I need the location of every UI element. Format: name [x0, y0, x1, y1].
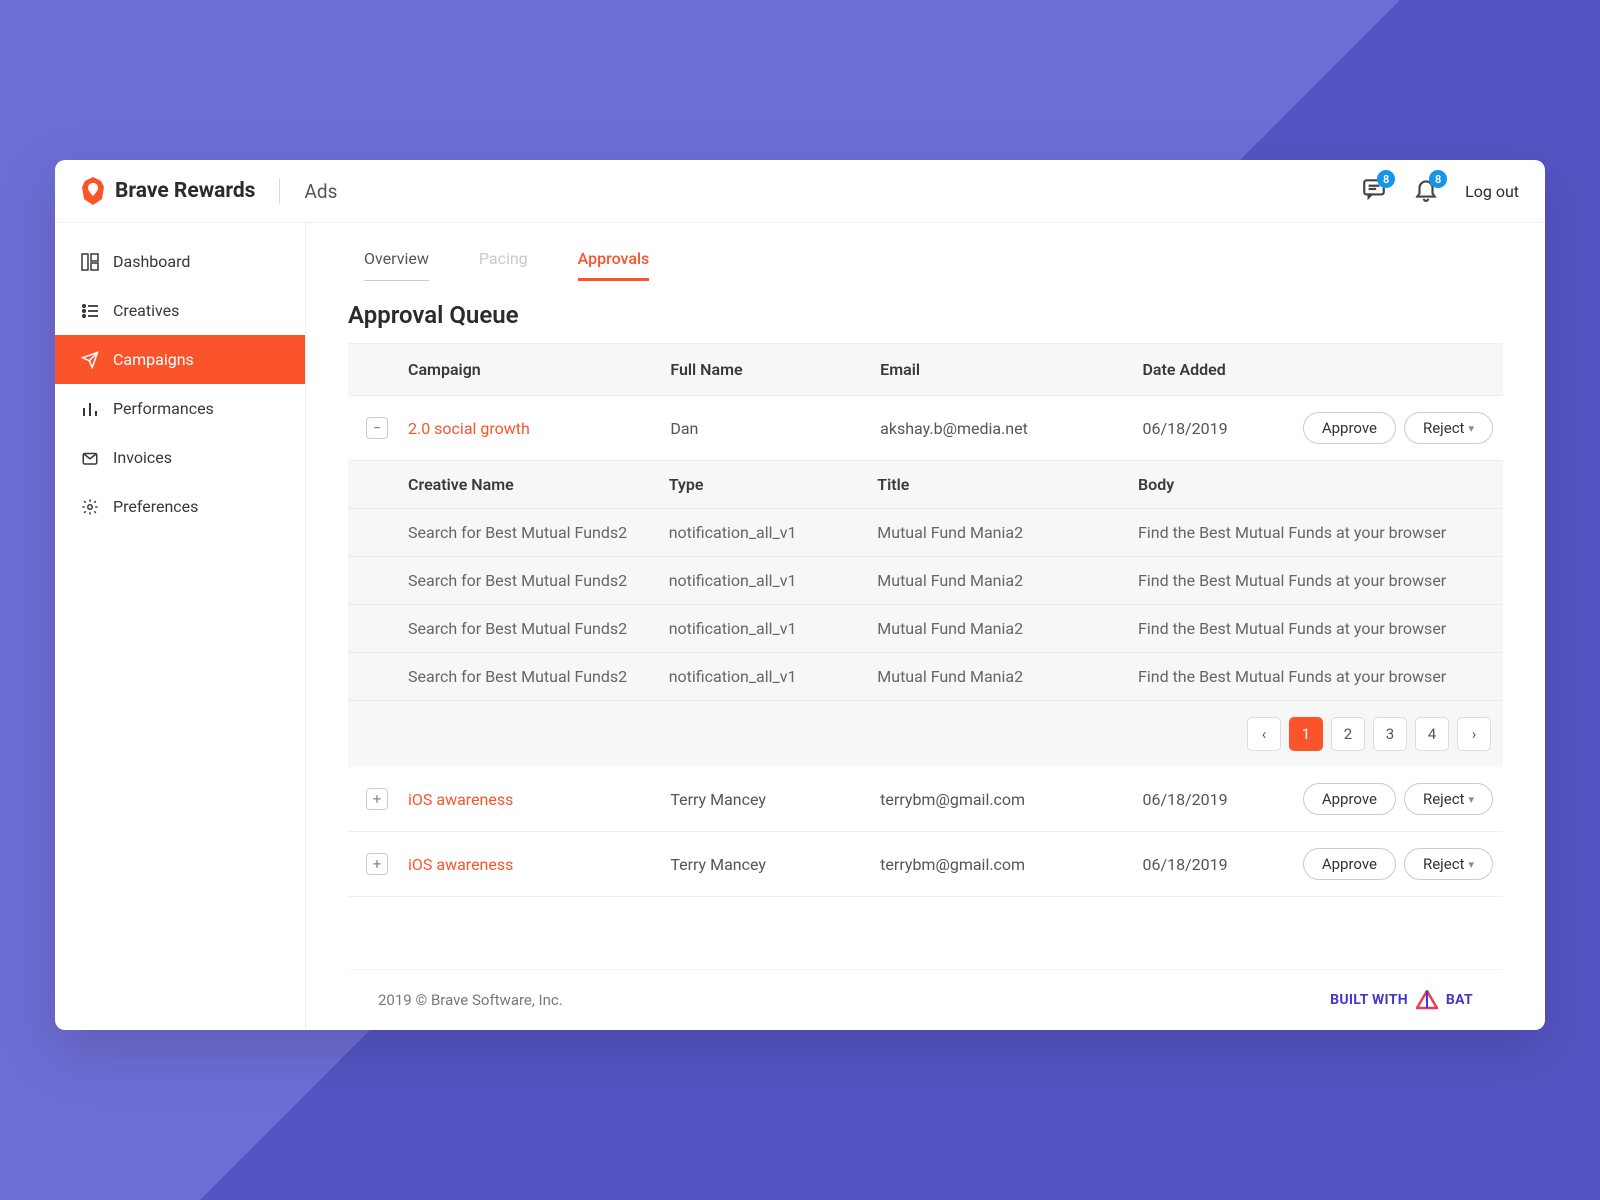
page-next-button[interactable]: › — [1457, 717, 1491, 751]
nested-header-row: Creative Name Type Title Body — [348, 461, 1503, 509]
campaigns-icon — [81, 351, 99, 369]
cell-email: terrybm@gmail.com — [880, 790, 1142, 809]
brave-logo-icon — [81, 177, 105, 205]
logout-link[interactable]: Log out — [1465, 182, 1519, 201]
expand-button[interactable]: + — [366, 853, 388, 875]
sidebar-item-invoices[interactable]: Invoices — [55, 433, 305, 482]
chevron-down-icon: ▾ — [1468, 858, 1474, 871]
table-row: − 2.0 social growth Dan akshay.b@media.n… — [348, 396, 1503, 461]
nested-row: Search for Best Mutual Funds2notificatio… — [348, 509, 1503, 557]
reject-button[interactable]: Reject▾ — [1404, 412, 1493, 444]
nested-row: Search for Best Mutual Funds2notificatio… — [348, 557, 1503, 605]
campaign-link[interactable]: iOS awareness — [408, 855, 670, 874]
messages-badge: 8 — [1377, 170, 1395, 188]
sidebar-item-campaigns[interactable]: Campaigns — [55, 335, 305, 384]
main-content: Overview Pacing Approvals Approval Queue… — [306, 223, 1545, 1030]
page-4-button[interactable]: 4 — [1415, 717, 1449, 751]
table-header-row: Campaign Full Name Email Date Added — [348, 343, 1503, 396]
approve-button[interactable]: Approve — [1303, 783, 1396, 815]
table-row: + iOS awareness Terry Mancey terrybm@gma… — [348, 832, 1503, 897]
footer: 2019 © Brave Software, Inc. BUILT WITH B… — [348, 969, 1503, 1030]
cell-full-name: Dan — [670, 419, 880, 438]
sidebar: Dashboard Creatives Campaigns Performanc… — [55, 223, 306, 1030]
tab-approvals[interactable]: Approvals — [578, 249, 650, 281]
col-body: Body — [1138, 475, 1503, 494]
col-title: Title — [877, 475, 1138, 494]
cell-full-name: Terry Mancey — [670, 855, 880, 874]
sidebar-item-preferences[interactable]: Preferences — [55, 482, 305, 531]
approve-button[interactable]: Approve — [1303, 412, 1396, 444]
cell-date-added: 06/18/2019 — [1142, 419, 1313, 438]
sidebar-item-performances[interactable]: Performances — [55, 384, 305, 433]
gear-icon — [81, 498, 99, 516]
reject-button[interactable]: Reject▾ — [1404, 783, 1493, 815]
col-campaign: Campaign — [408, 360, 670, 379]
col-type: Type — [669, 475, 878, 494]
header-actions: 8 8 Log out — [1361, 176, 1519, 206]
tab-overview[interactable]: Overview — [364, 249, 429, 281]
pagination: ‹ 1 2 3 4 › — [348, 701, 1503, 767]
tab-pacing[interactable]: Pacing — [479, 249, 528, 281]
page-prev-button[interactable]: ‹ — [1247, 717, 1281, 751]
cell-email: akshay.b@media.net — [880, 419, 1142, 438]
campaign-link[interactable]: iOS awareness — [408, 790, 670, 809]
page-title: Approval Queue — [348, 301, 1503, 329]
chevron-down-icon: ▾ — [1468, 793, 1474, 806]
notifications-badge: 8 — [1429, 170, 1447, 188]
brand-title: Brave Rewards — [115, 179, 255, 203]
campaign-link[interactable]: 2.0 social growth — [408, 419, 670, 438]
app-window: Brave Rewards Ads 8 8 Log out Dashboard — [55, 160, 1545, 1030]
table-row: + iOS awareness Terry Mancey terrybm@gma… — [348, 767, 1503, 832]
performances-icon — [81, 400, 99, 418]
cell-full-name: Terry Mancey — [670, 790, 880, 809]
expand-button[interactable]: + — [366, 788, 388, 810]
sidebar-item-label: Invoices — [113, 448, 172, 467]
notifications-button[interactable]: 8 — [1413, 176, 1439, 206]
messages-button[interactable]: 8 — [1361, 176, 1387, 206]
approve-button[interactable]: Approve — [1303, 848, 1396, 880]
cell-email: terrybm@gmail.com — [880, 855, 1142, 874]
cell-date-added: 06/18/2019 — [1142, 855, 1313, 874]
chevron-down-icon: ▾ — [1468, 422, 1474, 435]
col-email: Email — [880, 360, 1142, 379]
sidebar-item-label: Creatives — [113, 301, 179, 320]
built-with-bat: BUILT WITH BAT — [1330, 990, 1473, 1010]
sidebar-item-label: Campaigns — [113, 350, 194, 369]
nested-row: Search for Best Mutual Funds2notificatio… — [348, 605, 1503, 653]
col-date-added: Date Added — [1142, 360, 1313, 379]
col-full-name: Full Name — [670, 360, 880, 379]
creatives-icon — [81, 302, 99, 320]
page-2-button[interactable]: 2 — [1331, 717, 1365, 751]
copyright-text: 2019 © Brave Software, Inc. — [378, 991, 563, 1009]
bat-logo-icon — [1416, 990, 1438, 1010]
cell-date-added: 06/18/2019 — [1142, 790, 1313, 809]
page-3-button[interactable]: 3 — [1373, 717, 1407, 751]
reject-button[interactable]: Reject▾ — [1404, 848, 1493, 880]
dashboard-icon — [81, 253, 99, 271]
page-1-button[interactable]: 1 — [1289, 717, 1323, 751]
nested-row: Search for Best Mutual Funds2notificatio… — [348, 653, 1503, 701]
sidebar-item-label: Performances — [113, 399, 214, 418]
col-creative-name: Creative Name — [408, 475, 669, 494]
approval-table: Campaign Full Name Email Date Added − 2.… — [348, 343, 1503, 897]
invoices-icon — [81, 449, 99, 467]
sidebar-item-dashboard[interactable]: Dashboard — [55, 237, 305, 286]
collapse-button[interactable]: − — [366, 417, 388, 439]
brand-subtitle: Ads — [304, 180, 337, 203]
header-bar: Brave Rewards Ads 8 8 Log out — [55, 160, 1545, 223]
sidebar-item-label: Dashboard — [113, 252, 190, 271]
brand: Brave Rewards Ads — [81, 177, 337, 205]
tabs: Overview Pacing Approvals — [348, 249, 1503, 281]
nested-creatives: Creative Name Type Title Body Search for… — [348, 461, 1503, 767]
sidebar-item-creatives[interactable]: Creatives — [55, 286, 305, 335]
brand-divider — [279, 178, 280, 204]
sidebar-item-label: Preferences — [113, 497, 198, 516]
